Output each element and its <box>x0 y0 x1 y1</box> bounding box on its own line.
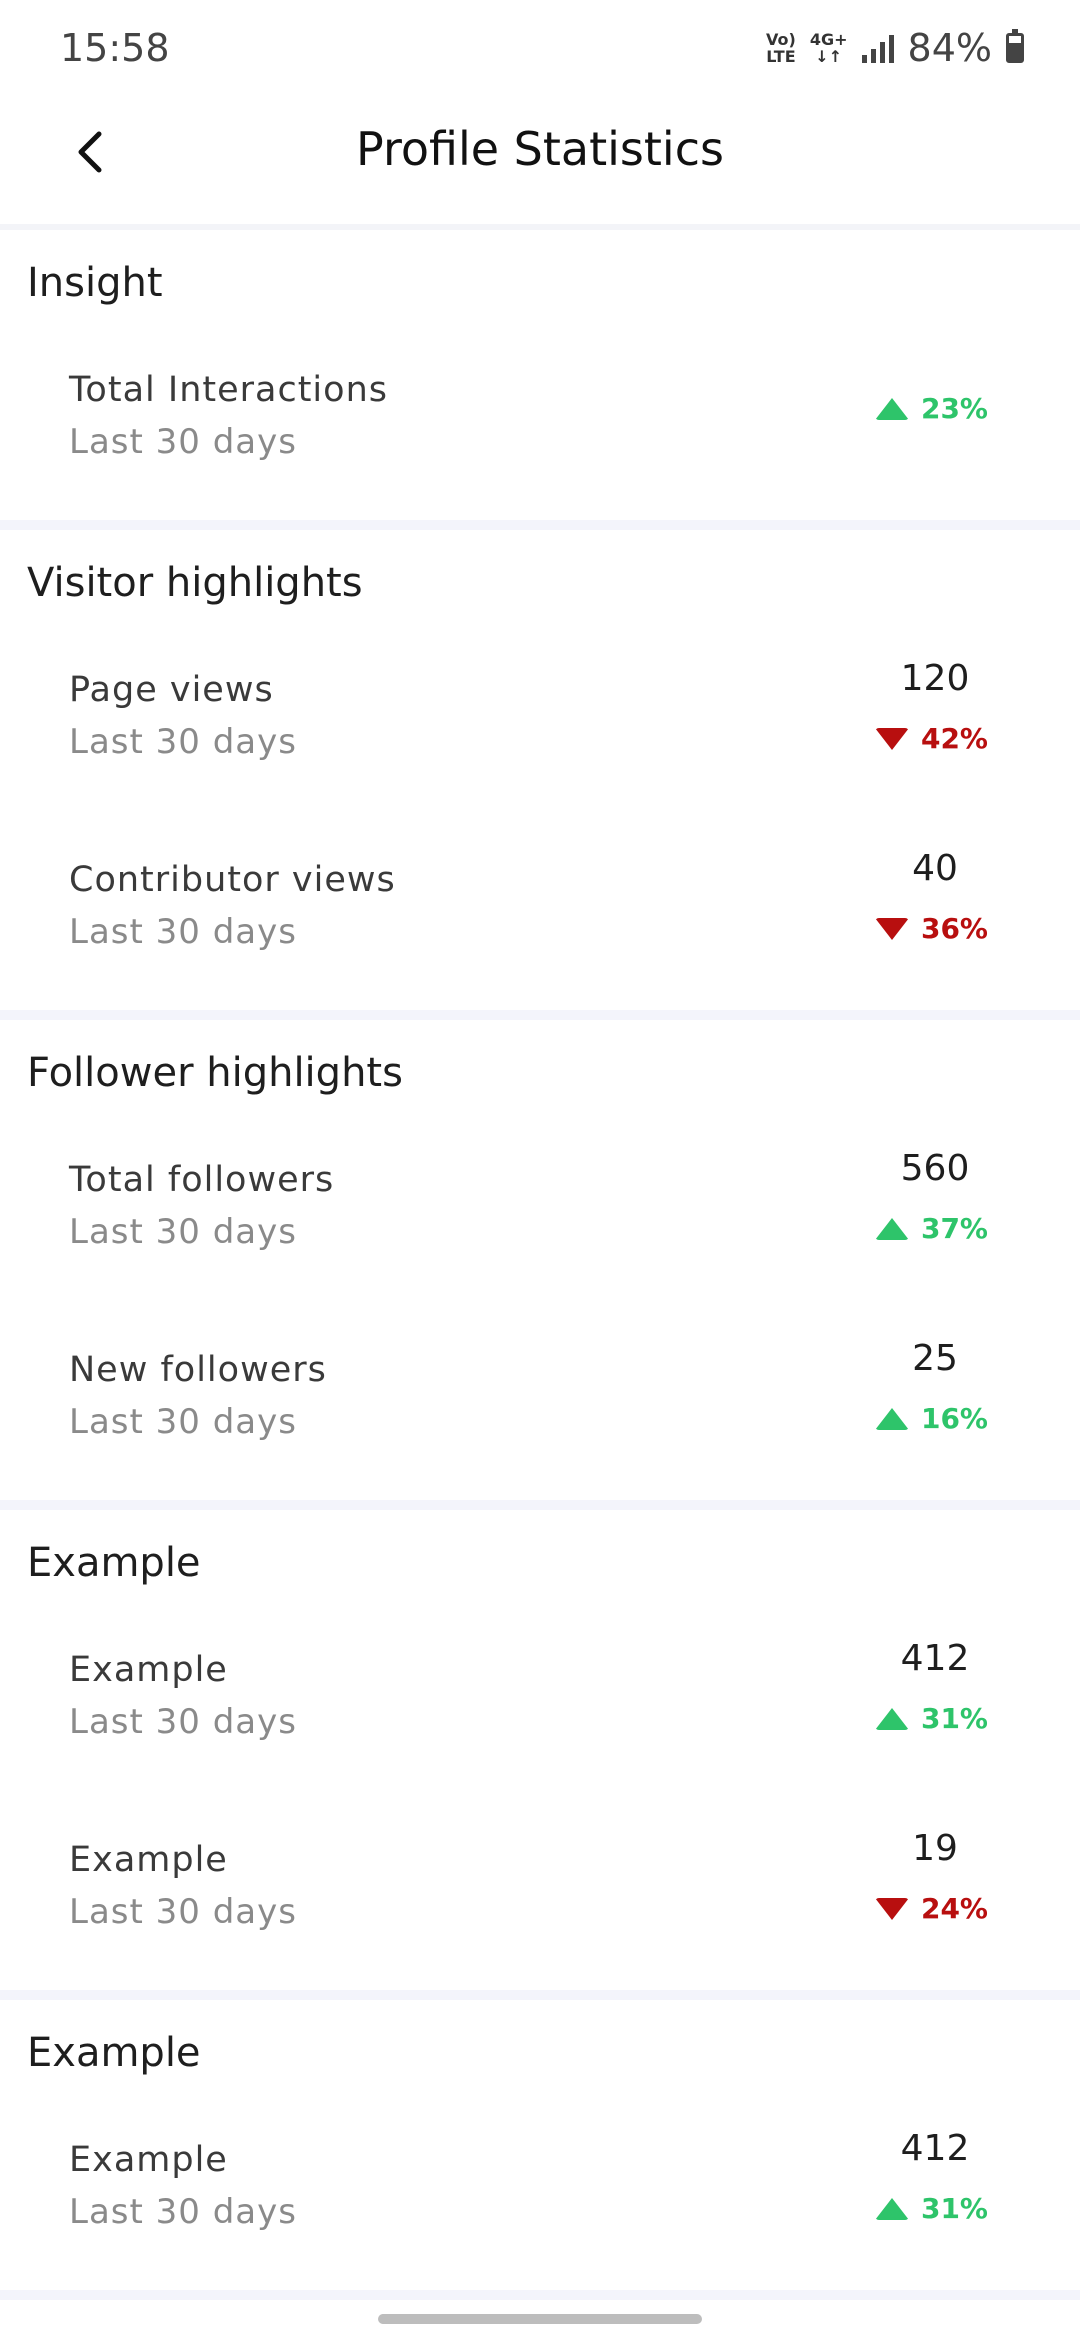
stat-value: 560 <box>900 1148 970 1189</box>
stat-change-percent: 37% <box>920 1212 988 1245</box>
stats-section: Visitor highlights Page views Last 30 days… <box>0 530 1080 1020</box>
stat-change-percent: 31% <box>920 2192 988 2225</box>
app-header: Profile Statistics <box>0 100 1080 230</box>
stat-period: Last 30 days <box>69 2192 297 2232</box>
4g-top-label: 4G+ <box>809 30 848 49</box>
stat-period: Last 30 days <box>69 1892 297 1932</box>
triangle-up-icon <box>874 2197 909 2220</box>
stat-change-percent: 36% <box>920 912 988 945</box>
stat-period: Last 30 days <box>69 912 297 952</box>
signal-icon <box>861 33 894 63</box>
stat-row[interactable]: Example Last 30 days 412 31% <box>0 1610 1080 1800</box>
stat-change-percent: 16% <box>920 1402 988 1435</box>
volte-bottom-label: LTE <box>766 47 796 66</box>
stat-change: 23% <box>874 392 988 425</box>
stat-row[interactable]: Total Interactions Last 30 days 23% <box>0 330 1080 520</box>
stat-label: Example <box>69 1650 228 1690</box>
stat-value: 40 <box>912 848 958 889</box>
battery-icon <box>1006 29 1024 63</box>
stat-period: Last 30 days <box>69 422 297 462</box>
battery-percent: 84% <box>907 26 992 70</box>
stats-section: Example Example Last 30 days 412 31% Example L… <box>0 1510 1080 2000</box>
stat-label: New followers <box>69 1350 327 1390</box>
page-title: Profile Statistics <box>356 122 724 176</box>
stat-change: 16% <box>874 1402 988 1435</box>
triangle-up-icon <box>874 1217 909 1240</box>
volte-icon: Vo) LTE <box>766 31 796 65</box>
stat-value: 120 <box>900 658 970 699</box>
stat-period: Last 30 days <box>69 1402 297 1442</box>
volte-top-label: Vo) <box>766 30 796 49</box>
section-title: Visitor highlights <box>27 560 363 606</box>
triangle-down-icon <box>874 917 909 940</box>
stat-value: 25 <box>912 1338 958 1379</box>
stat-row[interactable]: Contributor views Last 30 days 40 36% <box>0 820 1080 1010</box>
triangle-down-icon <box>874 1897 909 1920</box>
stat-period: Last 30 days <box>69 1212 297 1252</box>
4g-icon: 4G+ ↓↑ <box>810 31 848 65</box>
stats-section: Follower highlights Total followers Last 3… <box>0 1020 1080 1510</box>
home-indicator[interactable] <box>378 2314 702 2324</box>
triangle-up-icon <box>874 1407 909 1430</box>
stat-value: 19 <box>912 1828 958 1869</box>
4g-bottom-label: ↓↑ <box>815 47 843 66</box>
stat-change: 42% <box>874 722 988 755</box>
stat-change: 24% <box>874 1892 988 1925</box>
stat-change: 36% <box>874 912 988 945</box>
stat-row[interactable]: Example Last 30 days 19 24% <box>0 1800 1080 1990</box>
stat-change-percent: 24% <box>920 1892 988 1925</box>
statistics-list: Insight Total Interactions Last 30 days 23%… <box>0 230 1080 2300</box>
stat-change-percent: 31% <box>920 1702 988 1735</box>
section-title: Follower highlights <box>27 1050 403 1096</box>
stats-section: Example Example Last 30 days 412 31% <box>0 2000 1080 2300</box>
status-bar: 15:58 Vo) LTE 4G+ ↓↑ 84% <box>0 0 1080 100</box>
status-icons: Vo) LTE 4G+ ↓↑ 84% <box>766 26 1024 70</box>
stat-change-percent: 23% <box>920 392 988 425</box>
stat-row[interactable]: Example Last 30 days 412 31% <box>0 2100 1080 2290</box>
stat-label: Contributor views <box>69 860 396 900</box>
stat-value: 412 <box>900 2128 970 2169</box>
stat-change: 31% <box>874 1702 988 1735</box>
stat-label: Example <box>69 1840 228 1880</box>
stat-row[interactable]: Total followers Last 30 days 560 37% <box>0 1120 1080 1310</box>
section-title: Example <box>27 2030 201 2076</box>
stat-label: Total Interactions <box>69 370 388 410</box>
stat-label: Example <box>69 2140 228 2180</box>
stat-change: 37% <box>874 1212 988 1245</box>
status-time: 15:58 <box>60 26 170 70</box>
stat-row[interactable]: New followers Last 30 days 25 16% <box>0 1310 1080 1500</box>
stat-period: Last 30 days <box>69 722 297 762</box>
triangle-up-icon <box>874 1707 909 1730</box>
stat-row[interactable]: Page views Last 30 days 120 42% <box>0 630 1080 820</box>
stat-period: Last 30 days <box>69 1702 297 1742</box>
stat-label: Total followers <box>69 1160 335 1200</box>
stat-change: 31% <box>874 2192 988 2225</box>
triangle-up-icon <box>874 397 909 420</box>
stat-value: 412 <box>900 1638 970 1679</box>
stats-section: Insight Total Interactions Last 30 days 23% <box>0 230 1080 530</box>
section-title: Example <box>27 1540 201 1586</box>
section-title: Insight <box>27 260 163 306</box>
stat-change-percent: 42% <box>920 722 988 755</box>
stat-label: Page views <box>69 670 274 710</box>
triangle-down-icon <box>874 727 909 750</box>
